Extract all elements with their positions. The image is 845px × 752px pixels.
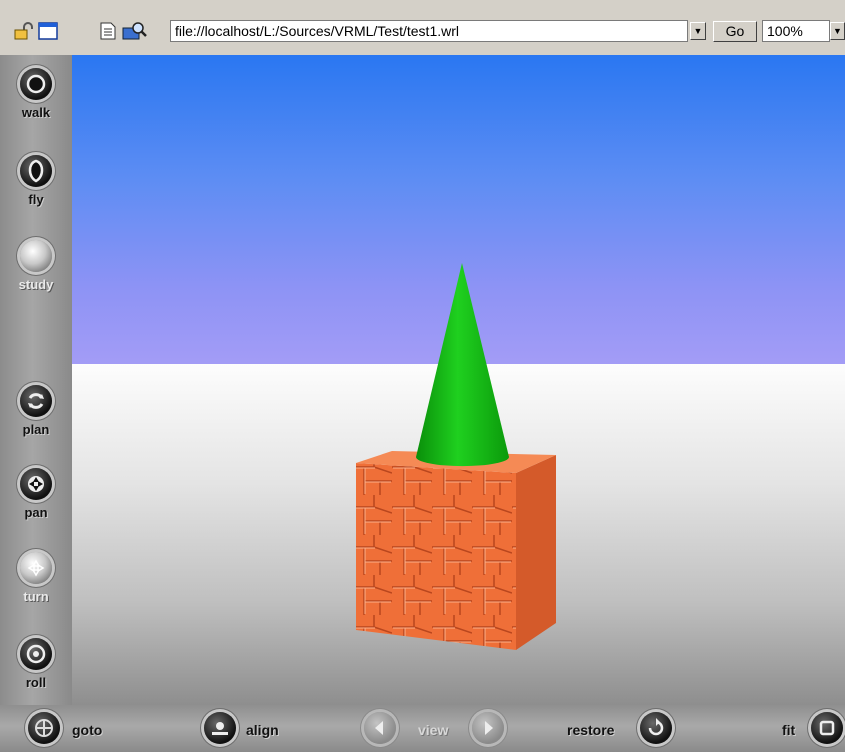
goto-icon[interactable] [28, 712, 60, 744]
goto-label[interactable]: goto [72, 722, 102, 738]
restore-icon[interactable] [640, 712, 672, 744]
window-icon[interactable] [38, 22, 58, 40]
nav-walk-label: walk [21, 105, 51, 120]
cube-side-face [516, 455, 556, 650]
previous-view-icon[interactable] [364, 712, 396, 744]
cube-front-face [356, 463, 516, 650]
turn-icon [20, 552, 52, 584]
pan-icon [20, 468, 52, 500]
roll-icon [20, 638, 52, 670]
green-cone [416, 263, 509, 467]
nav-study[interactable]: study [0, 240, 72, 320]
nav-pan[interactable]: pan [0, 468, 72, 548]
nav-roll-label: roll [25, 675, 47, 690]
browser-toolbar: file://localhost/L:/Sources/VRML/Test/te… [0, 0, 845, 55]
align-label[interactable]: align [246, 722, 279, 738]
nav-turn-label: turn [23, 589, 49, 604]
lock-icon[interactable] [14, 22, 34, 40]
url-input[interactable]: file://localhost/L:/Sources/VRML/Test/te… [170, 20, 688, 42]
bottom-toolbar: goto align view restore fit [0, 705, 845, 752]
nav-turn[interactable]: turn [0, 552, 72, 632]
fit-icon[interactable] [811, 712, 843, 744]
url-dropdown-button[interactable]: ▼ [690, 22, 706, 40]
nav-plan[interactable]: plan [0, 385, 72, 465]
nav-plan-label: plan [22, 422, 50, 437]
nav-walk[interactable]: walk [0, 68, 72, 148]
nav-fly[interactable]: fly [0, 155, 72, 235]
inspect-icon[interactable] [122, 22, 148, 40]
nav-pan-label: pan [24, 505, 48, 520]
next-view-icon[interactable] [472, 712, 504, 744]
restore-label[interactable]: restore [567, 722, 614, 738]
vrml-viewport[interactable] [72, 55, 845, 705]
view-label: view [418, 722, 449, 738]
go-button[interactable]: Go [713, 21, 757, 42]
walk-icon [20, 68, 52, 100]
fly-icon [20, 155, 52, 187]
plan-icon [20, 385, 52, 417]
fit-label[interactable]: fit [782, 722, 795, 738]
zoom-dropdown-button[interactable]: ▼ [830, 22, 845, 40]
document-icon[interactable] [98, 22, 118, 40]
nav-fly-label: fly [28, 192, 44, 207]
study-icon [20, 240, 52, 272]
zoom-input[interactable]: 100% [762, 20, 830, 42]
nav-study-label: study [18, 277, 54, 292]
navigation-sidebar: walk fly study plan pan turn roll [0, 55, 72, 705]
scene-objects [356, 263, 556, 650]
align-icon[interactable] [204, 712, 236, 744]
